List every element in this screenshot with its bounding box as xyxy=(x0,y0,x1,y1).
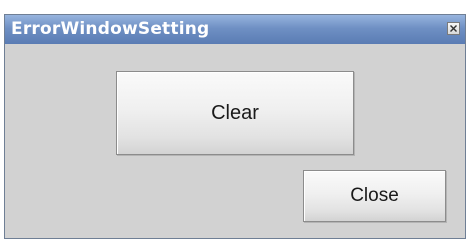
close-x-glyph xyxy=(450,25,457,32)
clear-button-label: Clear xyxy=(211,101,259,124)
close-button[interactable]: Close xyxy=(303,170,446,222)
title-bar[interactable]: ErrorWindowSetting xyxy=(5,15,465,44)
clear-button[interactable]: Clear xyxy=(116,71,354,155)
window-title: ErrorWindowSetting xyxy=(11,19,210,39)
close-icon[interactable] xyxy=(447,22,460,35)
close-button-label: Close xyxy=(350,185,399,206)
error-window-setting-dialog: ErrorWindowSetting Clear Close xyxy=(4,14,466,239)
